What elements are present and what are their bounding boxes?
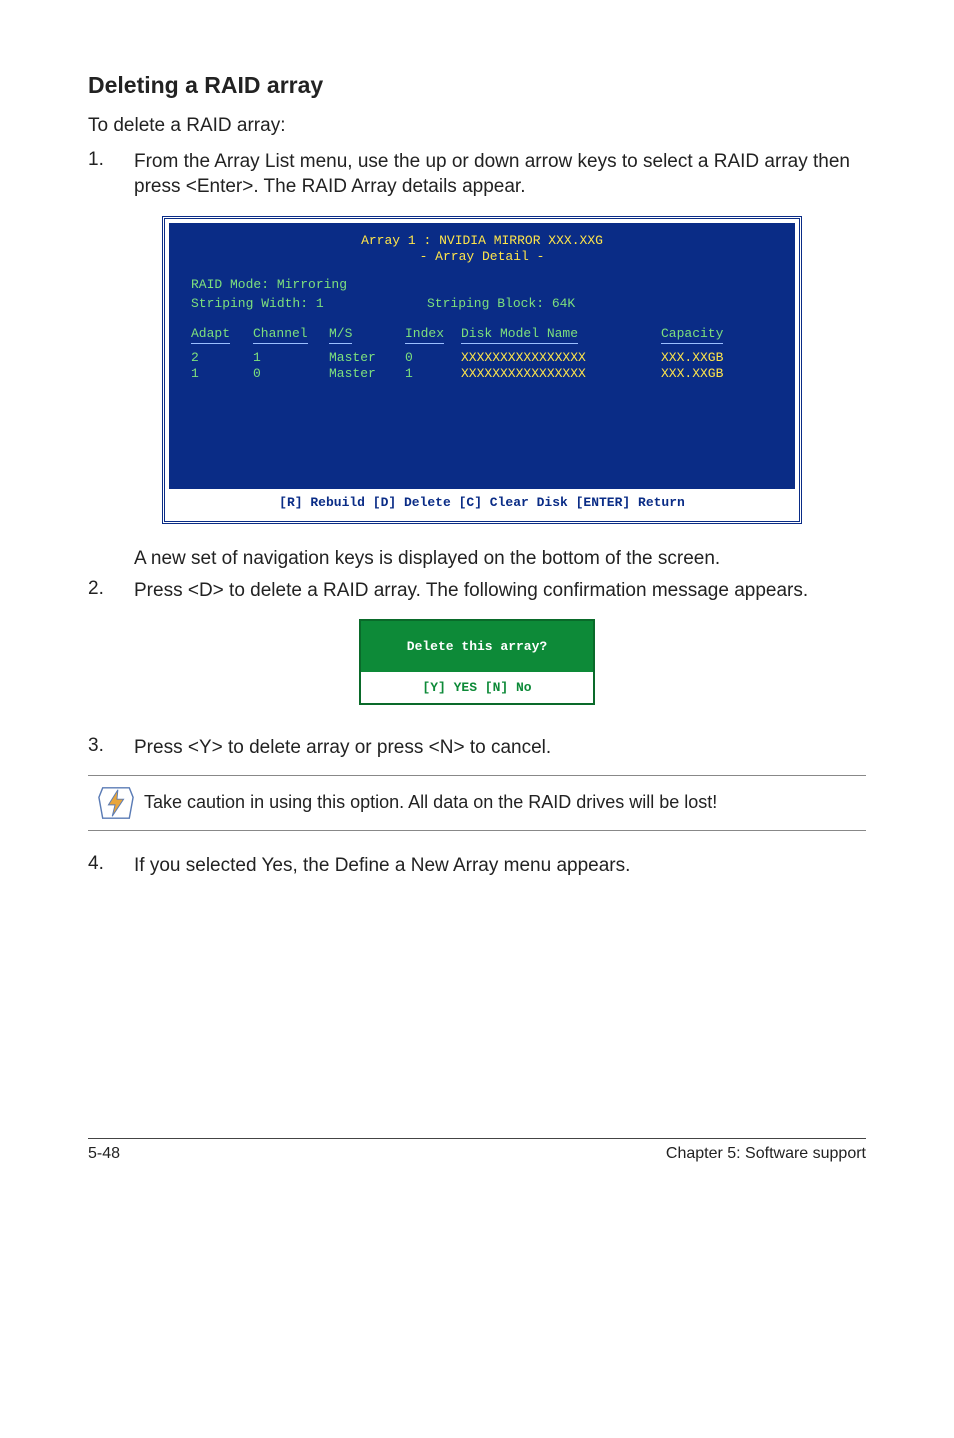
- dialog-options: [Y] YES [N] No: [361, 672, 593, 703]
- cell-capacity: XXX.XXGB: [661, 366, 751, 382]
- cell-capacity: XXX.XXGB: [661, 350, 751, 366]
- hdr-ms: M/S: [329, 326, 352, 344]
- cell-model: XXXXXXXXXXXXXXXX: [461, 350, 661, 366]
- cell-index: 1: [405, 366, 461, 382]
- bios-table-row: 1 0 Master 1 XXXXXXXXXXXXXXXX XXX.XXGB: [191, 366, 773, 382]
- bios-table-row: 2 1 Master 0 XXXXXXXXXXXXXXXX XXX.XXGB: [191, 350, 773, 366]
- caution-text: Take caution in using this option. All d…: [144, 792, 717, 813]
- cell-channel: 0: [253, 366, 329, 382]
- cell-ms: Master: [329, 366, 405, 382]
- bios-title-line-2: - Array Detail -: [169, 249, 795, 265]
- hdr-capacity: Capacity: [661, 326, 723, 344]
- step-number-4: 4.: [88, 853, 134, 875]
- step-text-4: If you selected Yes, the Define a New Ar…: [134, 853, 630, 879]
- hdr-channel: Channel: [253, 326, 308, 344]
- hdr-model: Disk Model Name: [461, 326, 578, 344]
- lightning-caution-icon: [88, 784, 144, 822]
- cell-adapt: 1: [191, 366, 253, 382]
- footer-page-number: 5-48: [88, 1145, 120, 1163]
- cell-index: 0: [405, 350, 461, 366]
- cell-adapt: 2: [191, 350, 253, 366]
- bios-title-line-1: Array 1 : NVIDIA MIRROR XXX.XXG: [169, 233, 795, 249]
- bios-table-header: Adapt Channel M/S Index Disk Model Name …: [191, 326, 773, 344]
- page-footer: 5-48 Chapter 5: Software support: [88, 1138, 866, 1163]
- step-number-3: 3.: [88, 735, 134, 757]
- confirm-dialog: Delete this array? [Y] YES [N] No: [359, 619, 595, 705]
- bios-footer-keys: [R] Rebuild [D] Delete [C] Clear Disk [E…: [169, 489, 795, 517]
- bios-striping-width: Striping Width: 1: [191, 296, 427, 312]
- step-number-1: 1.: [88, 149, 134, 171]
- caution-callout: Take caution in using this option. All d…: [88, 775, 866, 831]
- step-text-3: Press <Y> to delete array or press <N> t…: [134, 735, 551, 761]
- footer-chapter: Chapter 5: Software support: [666, 1145, 866, 1163]
- dialog-question: Delete this array?: [361, 621, 593, 672]
- intro-text: To delete a RAID array:: [88, 113, 866, 139]
- cell-ms: Master: [329, 350, 405, 366]
- hdr-index: Index: [405, 326, 444, 344]
- cell-model: XXXXXXXXXXXXXXXX: [461, 366, 661, 382]
- step-text-2: Press <D> to delete a RAID array. The fo…: [134, 578, 808, 604]
- bios-raid-mode: RAID Mode: Mirroring: [191, 277, 773, 293]
- cell-channel: 1: [253, 350, 329, 366]
- section-heading: Deleting a RAID array: [88, 72, 866, 99]
- after-bios-text: A new set of navigation keys is displaye…: [134, 546, 720, 572]
- bios-screen: Array 1 : NVIDIA MIRROR XXX.XXG - Array …: [162, 216, 802, 524]
- step-number-2: 2.: [88, 578, 134, 600]
- bios-striping-block: Striping Block: 64K: [427, 296, 575, 312]
- hdr-adapt: Adapt: [191, 326, 230, 344]
- step-text-1: From the Array List menu, use the up or …: [134, 149, 866, 200]
